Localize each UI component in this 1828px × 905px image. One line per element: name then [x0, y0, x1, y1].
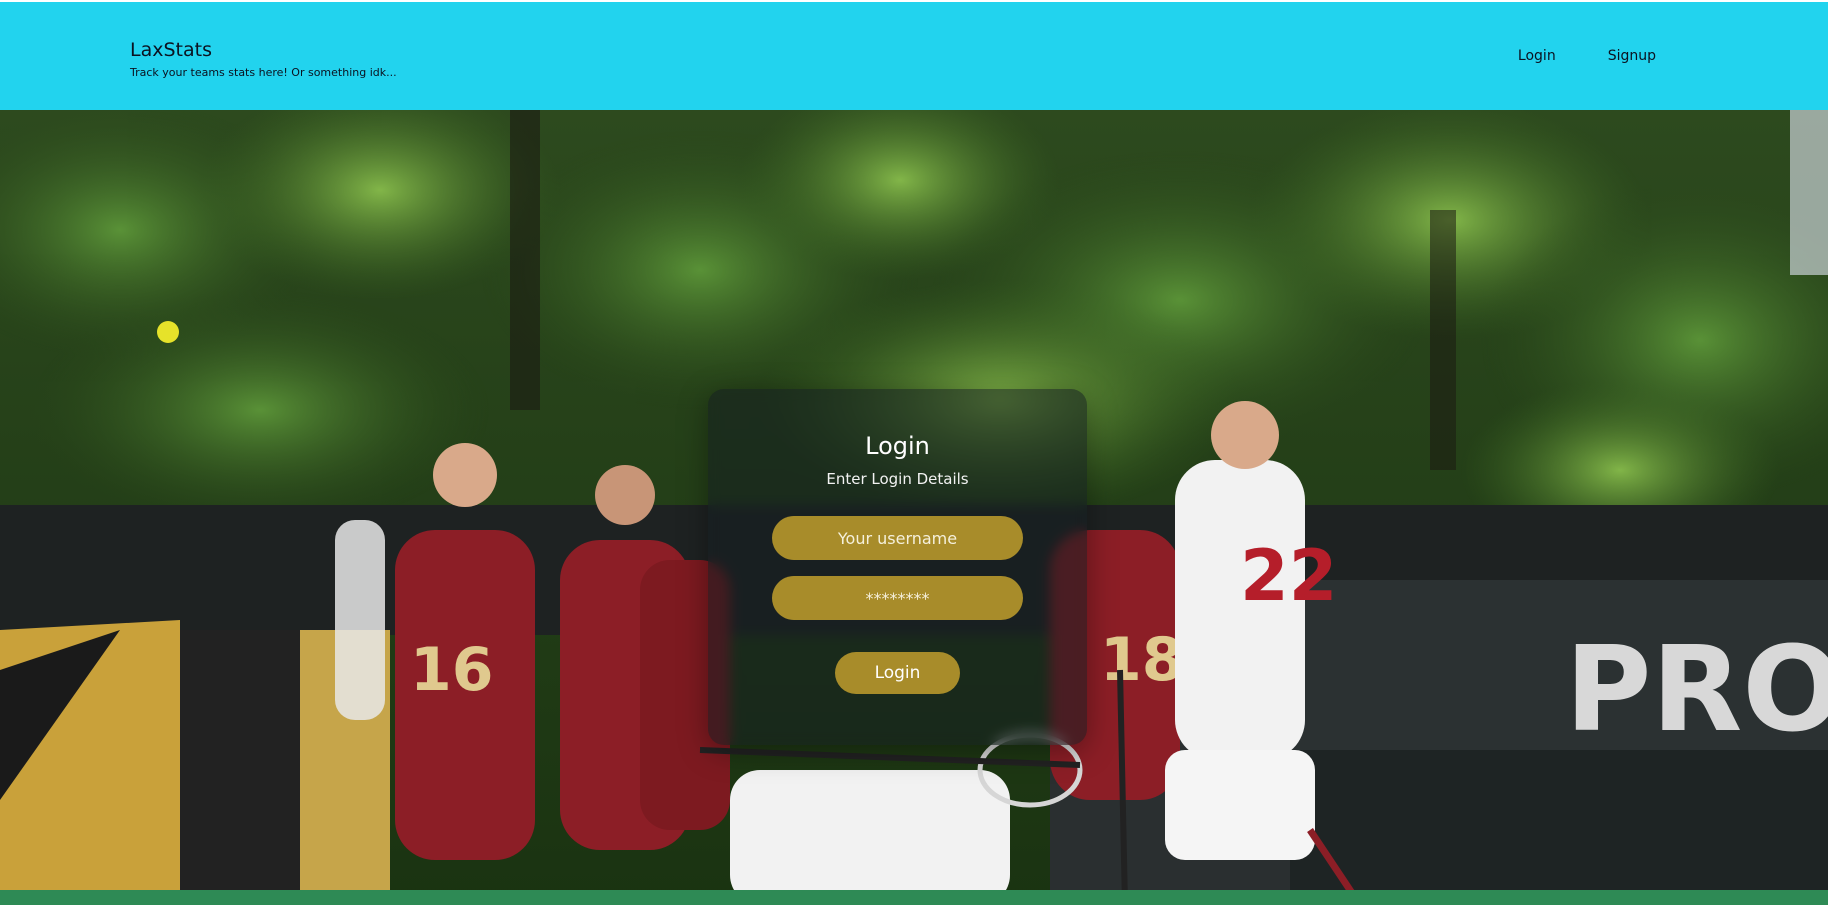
nav-login-link[interactable]: Login	[1518, 48, 1556, 64]
login-subtitle: Enter Login Details	[826, 470, 969, 488]
brand: LaxStats Track your teams stats here! Or…	[130, 38, 397, 80]
login-card: Login Enter Login Details Login	[708, 389, 1087, 745]
svg-text:18: 18	[1100, 625, 1184, 695]
svg-text:16: 16	[410, 635, 494, 705]
nav-signup-link[interactable]: Signup	[1608, 48, 1656, 64]
svg-text:22: 22	[1240, 535, 1337, 617]
login-title: Login	[865, 432, 930, 460]
brand-tagline: Track your teams stats here! Or somethin…	[130, 66, 397, 79]
username-input[interactable]	[772, 516, 1023, 560]
brand-title[interactable]: LaxStats	[130, 38, 397, 62]
password-input[interactable]	[772, 576, 1023, 620]
top-header: LaxStats Track your teams stats here! Or…	[0, 0, 1828, 110]
top-nav: Login Signup	[1518, 48, 1656, 64]
login-submit-button[interactable]: Login	[835, 652, 960, 694]
fence-sign-text: PROT	[1565, 620, 1828, 758]
